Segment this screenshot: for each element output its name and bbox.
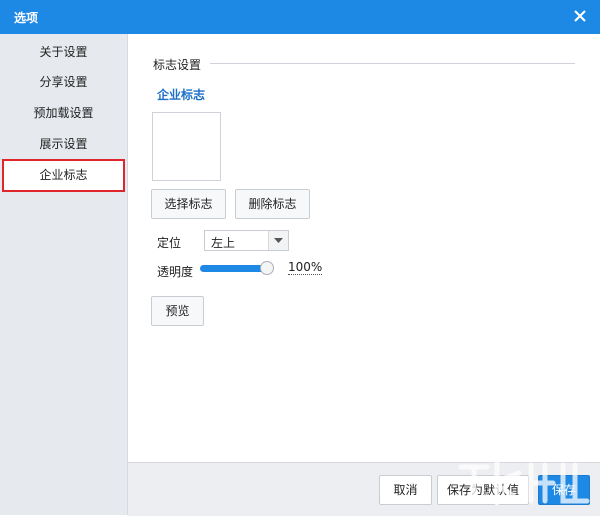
save-default-button[interactable]: 保存为默认值 — [437, 475, 529, 505]
save-button[interactable]: 保存 — [538, 475, 590, 505]
opacity-slider-thumb[interactable] — [260, 261, 274, 275]
opacity-slider[interactable] — [200, 259, 276, 279]
position-label: 定位 — [157, 236, 182, 250]
footer-bar: 取消 保存为默认值 保存 — [128, 462, 600, 516]
preview-button[interactable]: 预览 — [151, 296, 204, 326]
window-title: 选项 — [14, 11, 39, 25]
chevron-down-icon — [268, 231, 288, 250]
sidebar: 关于设置 分享设置 预加载设置 展示设置 企业标志 — [0, 34, 128, 515]
sidebar-item-display[interactable]: 展示设置 — [0, 130, 127, 158]
logo-heading: 企业标志 — [157, 88, 206, 102]
sidebar-item-preload[interactable]: 预加载设置 — [0, 99, 127, 127]
select-logo-button[interactable]: 选择标志 — [151, 189, 226, 219]
title-bar: 选项 — [0, 0, 600, 34]
opacity-value: 100% — [288, 260, 323, 275]
logo-preview-box — [152, 112, 221, 181]
position-select-value: 左上 — [211, 236, 236, 250]
settings-panel: 标志设置 企业标志 选择标志 删除标志 定位 左上 透明度 100% 预览 — [128, 34, 600, 462]
close-icon[interactable] — [570, 6, 590, 26]
delete-logo-button[interactable]: 删除标志 — [235, 189, 310, 219]
section-title: 标志设置 — [153, 58, 202, 72]
section-divider — [210, 63, 575, 64]
cancel-button[interactable]: 取消 — [379, 475, 432, 505]
position-select[interactable]: 左上 — [204, 230, 289, 251]
sidebar-item-share[interactable]: 分享设置 — [0, 68, 127, 96]
sidebar-item-about[interactable]: 关于设置 — [0, 38, 127, 66]
sidebar-item-enterprise-logo[interactable]: 企业标志 — [2, 159, 125, 192]
opacity-label: 透明度 — [157, 265, 194, 279]
